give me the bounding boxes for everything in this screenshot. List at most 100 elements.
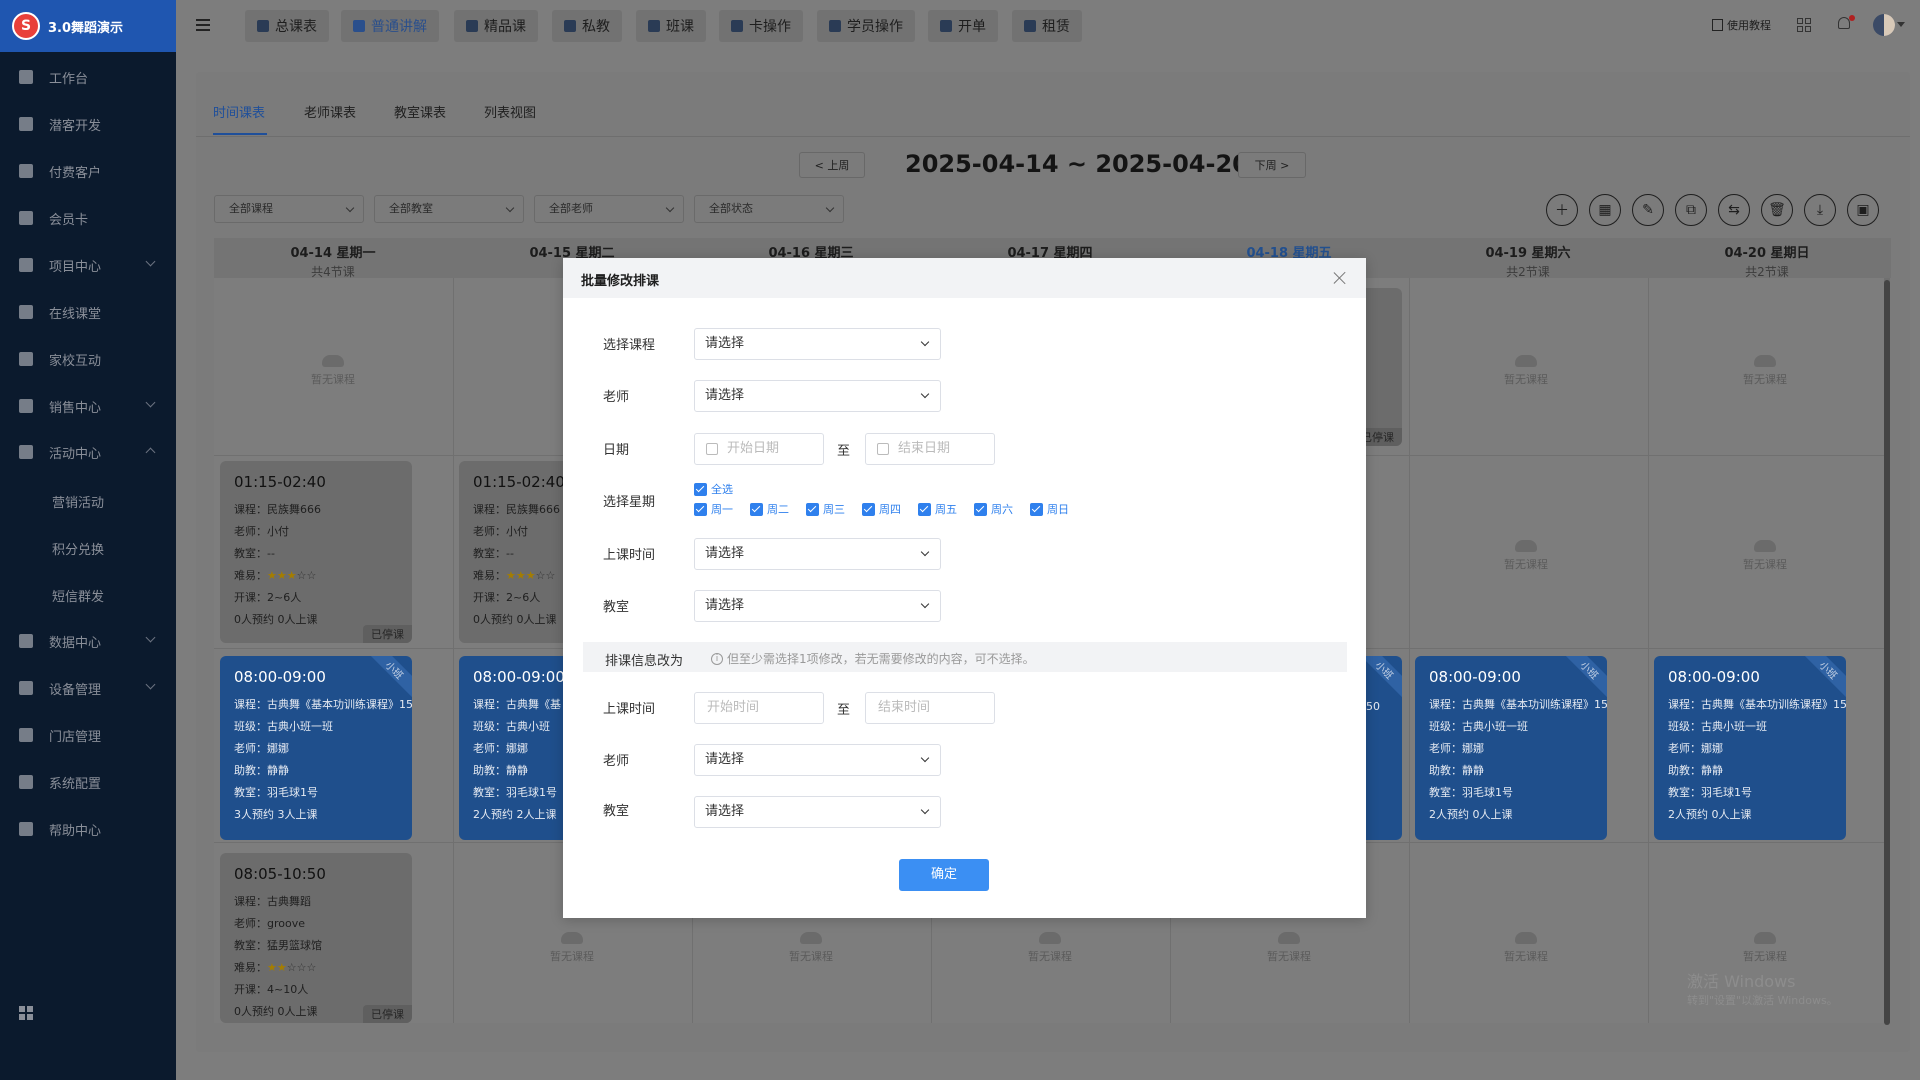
course-card-sat-2[interactable]: 小班 08:00-09:00 课程：古典舞《基本功训练课程》150 班级：古典小…	[1415, 656, 1607, 840]
star-filled-icon: ★	[506, 569, 516, 582]
download-icon[interactable]: ⤓	[1804, 194, 1836, 226]
customers-icon	[19, 164, 33, 178]
status-filter[interactable]: 全部状态	[694, 195, 844, 223]
cloud-icon	[1039, 932, 1061, 944]
star-empty-icon: ☆	[306, 961, 317, 974]
top-menu-rental[interactable]: 租赁	[1012, 10, 1082, 42]
sidebar-item-settings[interactable]: 系统配置	[0, 762, 176, 802]
weekday-fri-checkbox[interactable]: 周五	[918, 501, 957, 517]
sidebar-subitem-marketing[interactable]: 营销活动	[52, 492, 104, 511]
weekday-sun-checkbox[interactable]: 周日	[1030, 501, 1069, 517]
sidebar-item-projects[interactable]: 项目中心	[0, 245, 176, 285]
new-time-label: 上课时间	[603, 702, 656, 717]
new-room-label: 教室	[603, 804, 630, 819]
sidebar-item-data[interactable]: 数据中心	[0, 621, 176, 661]
checkbox-checked-icon	[1030, 502, 1043, 516]
start-date-input[interactable]: 开始日期	[694, 433, 824, 465]
sidebar-item-activity[interactable]: 活动中心	[0, 432, 176, 472]
class-icon	[648, 20, 660, 32]
chevron-down-icon	[145, 397, 156, 408]
top-menu-premium[interactable]: 精品课	[454, 10, 538, 42]
top-menu-order[interactable]: 开单	[928, 10, 998, 42]
sidebar-item-home-school[interactable]: 家校互动	[0, 339, 176, 379]
top-menu-student[interactable]: 学员操作	[817, 10, 915, 42]
sidebar-item-online[interactable]: 在线课堂	[0, 292, 176, 332]
end-date-input[interactable]: 结束日期	[865, 433, 995, 465]
apps-icon[interactable]	[19, 1006, 33, 1020]
bell-icon[interactable]	[1838, 15, 1855, 33]
weekday-tue-checkbox[interactable]: 周二	[750, 501, 789, 517]
tutorial-link[interactable]: 使用教程	[1712, 17, 1771, 33]
avatar[interactable]	[1873, 14, 1895, 36]
room-filter[interactable]: 全部教室	[374, 195, 524, 223]
chevron-down-icon	[920, 547, 930, 557]
time-select[interactable]: 请选择	[694, 538, 941, 570]
checkbox-checked-icon	[862, 502, 875, 516]
new-start-time-input[interactable]: 开始时间	[694, 692, 824, 724]
tab-time-schedule[interactable]: 时间课表	[213, 102, 265, 121]
weekday-sat-checkbox[interactable]: 周六	[974, 501, 1013, 517]
sidebar-item-leads[interactable]: 潜客开发	[0, 104, 176, 144]
new-room-select[interactable]: 请选择	[694, 796, 941, 828]
top-menu-private[interactable]: 私教	[552, 10, 622, 42]
copy-icon[interactable]: ⧉	[1675, 194, 1707, 226]
sidebar-item-workbench[interactable]: 工作台	[0, 57, 176, 97]
teacher-select[interactable]: 请选择	[694, 380, 941, 412]
delete-icon[interactable]: 🗑	[1761, 194, 1793, 226]
classroom-icon	[19, 305, 33, 319]
room-select[interactable]: 请选择	[694, 590, 941, 622]
sidebar-item-sales[interactable]: 销售中心	[0, 386, 176, 426]
sidebar-item-membership[interactable]: 会员卡	[0, 198, 176, 238]
new-end-time-input[interactable]: 结束时间	[865, 692, 995, 724]
calendar-icon	[706, 443, 718, 455]
cloud-icon	[1754, 932, 1776, 944]
course-card-mon-3[interactable]: 08:05-10:50 课程：古典舞蹈 老师：groove 教室：猛男篮球馆 难…	[220, 853, 412, 1023]
sidebar-subitem-sms[interactable]: 短信群发	[52, 586, 104, 605]
sidebar-subitem-points[interactable]: 积分兑换	[52, 539, 104, 558]
logo[interactable]: S 3.0舞蹈演示	[0, 0, 176, 52]
close-icon[interactable]	[1332, 270, 1348, 286]
course-card-mon-1[interactable]: 01:15-02:40 课程：民族舞666 老师：小付 教室：-- 难易：★★★…	[220, 461, 412, 643]
top-menu-card[interactable]: 卡操作	[719, 10, 803, 42]
edit-icon[interactable]: ✎	[1632, 194, 1664, 226]
new-teacher-select[interactable]: 请选择	[694, 744, 941, 776]
caret-down-icon[interactable]	[1897, 22, 1905, 27]
sidebar-item-help[interactable]: 帮助中心	[0, 809, 176, 849]
select-all-checkbox[interactable]: 全选	[694, 481, 733, 497]
cloud-icon	[1278, 932, 1300, 944]
rating: 难易：★★★☆☆	[234, 569, 317, 582]
course-filter[interactable]: 全部课程	[214, 195, 364, 223]
tab-teacher-schedule[interactable]: 老师课表	[304, 102, 356, 121]
course-select[interactable]: 请选择	[694, 328, 941, 360]
empty-slot: 暂无课程	[950, 932, 1150, 964]
calendar-icon[interactable]: ▦	[1589, 194, 1621, 226]
windows-watermark: 激活 Windows 转到"设置"以激活 Windows。	[1687, 972, 1838, 1007]
scrollbar-thumb[interactable]	[1884, 280, 1890, 1025]
top-menu-schedule[interactable]: 总课表	[245, 10, 329, 42]
empty-slot: 暂无课程	[1426, 932, 1626, 964]
sidebar-item-devices[interactable]: 设备管理	[0, 668, 176, 708]
tab-room-schedule[interactable]: 教室课表	[394, 102, 446, 121]
course-card-sun-2[interactable]: 小班 08:00-09:00 课程：古典舞《基本功训练课程》150 班级：古典小…	[1654, 656, 1846, 840]
confirm-button[interactable]: 确定	[899, 859, 989, 891]
sidebar-item-stores[interactable]: 门店管理	[0, 715, 176, 755]
order-icon	[940, 20, 952, 32]
teacher-filter[interactable]: 全部老师	[534, 195, 684, 223]
top-menu-lecture[interactable]: 普通讲解	[341, 10, 439, 42]
qrcode-icon[interactable]: ▣	[1847, 194, 1879, 226]
app-name: 3.0舞蹈演示	[48, 20, 124, 36]
add-icon[interactable]: ＋	[1546, 194, 1578, 226]
weekday-mon-checkbox[interactable]: 周一	[694, 501, 733, 517]
top-menu-class[interactable]: 班课	[636, 10, 706, 42]
prev-week-button[interactable]: < 上周	[799, 152, 865, 178]
sidebar-item-customers[interactable]: 付费客户	[0, 151, 176, 191]
swap-icon[interactable]: ⇆	[1718, 194, 1750, 226]
next-week-button[interactable]: 下周 >	[1238, 152, 1306, 178]
course-card-mon-2[interactable]: 小班 08:00-09:00 课程：古典舞《基本功训练课程》150 班级：古典小…	[220, 656, 412, 840]
menu-toggle-icon[interactable]	[196, 19, 210, 31]
weekday-wed-checkbox[interactable]: 周三	[806, 501, 845, 517]
grid-icon[interactable]	[1797, 18, 1811, 32]
weekday-thu-checkbox[interactable]: 周四	[862, 501, 901, 517]
star-empty-icon: ☆	[296, 961, 307, 974]
tab-list-view[interactable]: 列表视图	[484, 102, 536, 121]
